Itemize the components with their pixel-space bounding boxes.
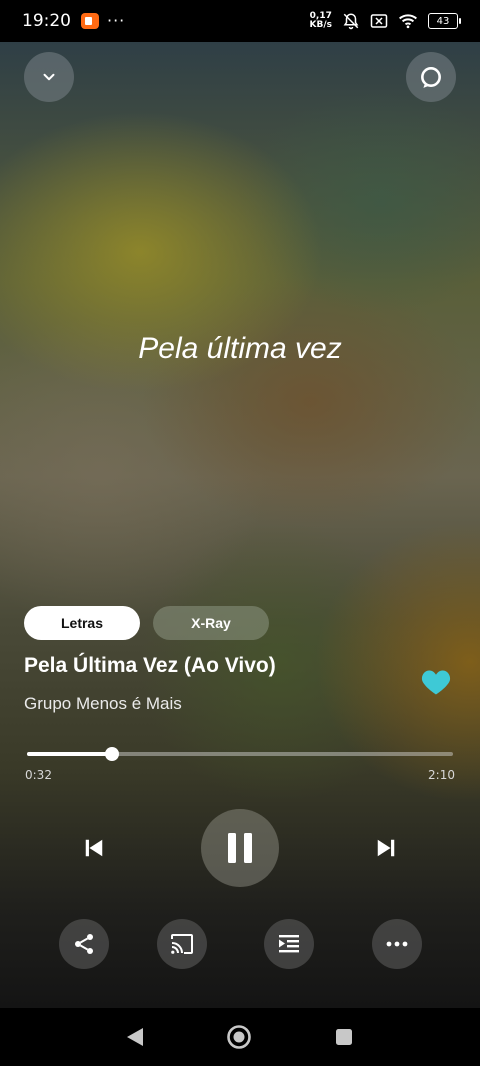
current-lyric-line: Pela última vez (138, 332, 342, 365)
alexa-icon (421, 67, 441, 88)
nav-recents-button[interactable] (334, 1027, 354, 1047)
skip-previous-icon (85, 839, 103, 857)
tab-xray[interactable]: X-Ray (153, 606, 269, 640)
view-tabs: Letras X-Ray (24, 606, 269, 640)
next-button[interactable] (368, 830, 404, 866)
collapse-button[interactable] (24, 52, 74, 102)
status-icons: 0,17 KB/s 43 (310, 12, 461, 30)
share-button[interactable] (59, 919, 109, 969)
app-notification-icon (81, 13, 99, 29)
elapsed-time: 0:32 (25, 768, 52, 782)
like-heart-icon[interactable] (421, 668, 451, 696)
nav-home-button[interactable] (226, 1024, 252, 1050)
progress-slider[interactable] (27, 747, 453, 761)
pause-icon (228, 833, 252, 863)
no-sim-icon (370, 14, 388, 28)
chevron-down-icon (43, 73, 55, 81)
more-notifications-icon: ··· (107, 11, 126, 30)
status-bar: 19:20 ··· 0,17 KB/s 43 (0, 0, 480, 42)
skip-next-icon (377, 839, 395, 857)
previous-button[interactable] (76, 830, 112, 866)
back-triangle-icon (127, 1028, 143, 1046)
more-options-button[interactable] (372, 919, 422, 969)
tab-lyrics[interactable]: Letras (24, 606, 140, 640)
recents-square-icon (336, 1029, 352, 1045)
queue-button[interactable] (264, 919, 314, 969)
nav-back-button[interactable] (122, 1024, 148, 1050)
wifi-icon (399, 14, 417, 29)
mute-bell-icon (343, 13, 359, 30)
status-time: 19:20 (22, 11, 71, 31)
cast-icon (171, 934, 193, 954)
alexa-button[interactable] (406, 52, 456, 102)
battery-level: 43 (436, 15, 450, 27)
system-navigation-bar (0, 1008, 480, 1066)
share-icon (75, 934, 93, 954)
now-playing-screen: Pela última vez Letras X-Ray Pela Última… (0, 42, 480, 1008)
progress-fill (27, 752, 113, 756)
cast-button[interactable] (157, 919, 207, 969)
battery-icon: 43 (428, 13, 461, 29)
network-speed: 0,17 KB/s (310, 12, 332, 30)
more-horizontal-icon (386, 941, 408, 947)
total-time: 2:10 (428, 768, 455, 782)
pause-button[interactable] (201, 809, 279, 887)
song-title[interactable]: Pela Última Vez (Ao Vivo) (24, 654, 276, 678)
artist-name[interactable]: Grupo Menos é Mais (24, 694, 182, 714)
home-circle-icon (227, 1025, 251, 1049)
progress-thumb[interactable] (105, 747, 120, 761)
network-speed-unit: KB/s (309, 20, 332, 30)
queue-icon (279, 935, 299, 953)
